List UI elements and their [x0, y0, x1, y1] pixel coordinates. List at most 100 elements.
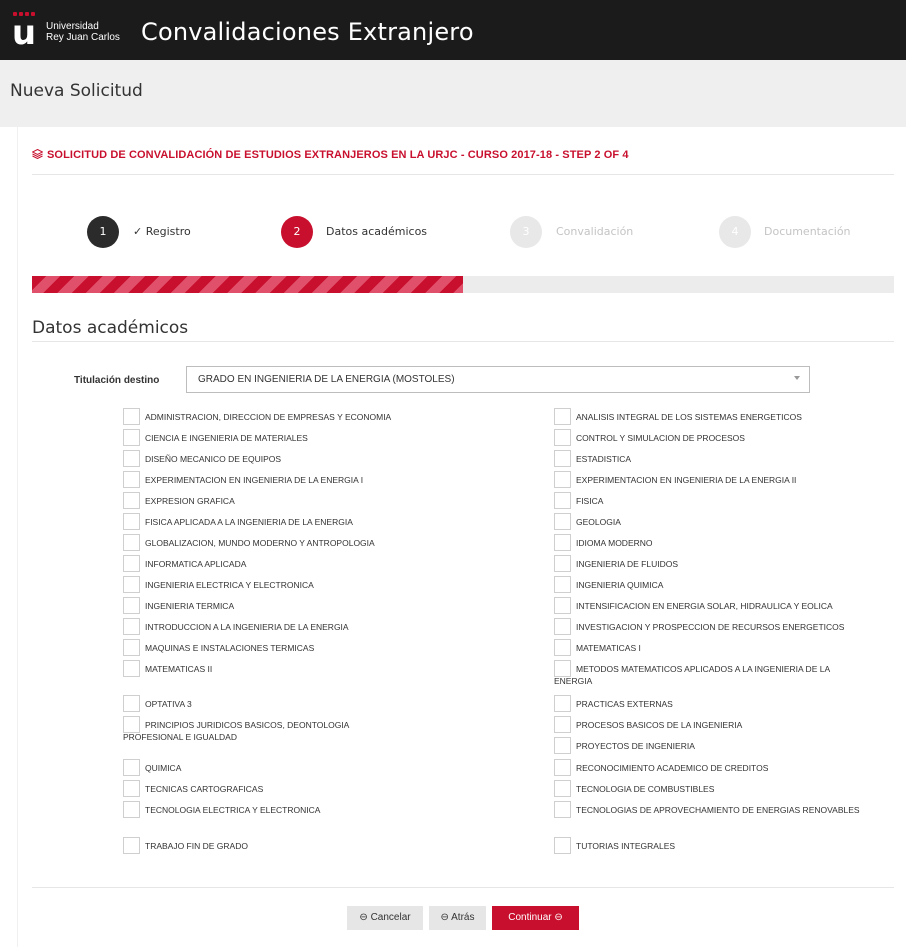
subject-right-item[interactable]: INGENIERIA QUIMICA: [554, 576, 894, 593]
subject-label: PRINCIPIOS JURIDICOS BASICOS, DEONTOLOGI…: [123, 720, 349, 742]
subject-checkbox[interactable]: [123, 555, 140, 572]
subject-checkbox[interactable]: [123, 576, 140, 593]
subject-right-item[interactable]: FISICA: [554, 492, 894, 509]
subject-checkbox[interactable]: [554, 639, 571, 656]
subject-checkbox[interactable]: [123, 618, 140, 635]
subject-checkbox[interactable]: [123, 408, 140, 425]
subject-left-item[interactable]: GLOBALIZACION, MUNDO MODERNO Y ANTROPOLO…: [123, 534, 543, 551]
subject-left-item[interactable]: DISEÑO MECANICO DE EQUIPOS: [123, 450, 543, 467]
subject-checkbox[interactable]: [123, 513, 140, 530]
subject-left-item[interactable]: MAQUINAS E INSTALACIONES TERMICAS: [123, 639, 543, 656]
subject-checkbox[interactable]: [123, 801, 140, 818]
subject-left-item[interactable]: FISICA APLICADA A LA INGENIERIA DE LA EN…: [123, 513, 543, 530]
subject-checkbox[interactable]: [554, 534, 571, 551]
subject-checkbox[interactable]: [123, 429, 140, 446]
back-button[interactable]: ⊖ Atrás: [429, 906, 486, 930]
subject-left-item[interactable]: CIENCIA E INGENIERIA DE MATERIALES: [123, 429, 543, 446]
subject-right-item[interactable]: TUTORIAS INTEGRALES: [554, 837, 894, 854]
subject-right-item[interactable]: ESTADISTICA: [554, 450, 894, 467]
subject-checkbox[interactable]: [554, 576, 571, 593]
subject-checkbox[interactable]: [123, 534, 140, 551]
step-4-label: Documentación: [764, 225, 851, 238]
subject-checkbox[interactable]: [554, 555, 571, 572]
subject-right-item[interactable]: PROYECTOS DE INGENIERIA: [554, 737, 894, 754]
subject-left-item[interactable]: INGENIERIA TERMICA: [123, 597, 543, 614]
cancel-button[interactable]: ⊖ Cancelar: [347, 906, 423, 930]
subject-right-item[interactable]: PROCESOS BASICOS DE LA INGENIERIA: [554, 716, 894, 733]
subject-right-item[interactable]: IDIOMA MODERNO: [554, 534, 894, 551]
subject-label: METODOS MATEMATICOS APLICADOS A LA INGEN…: [554, 664, 830, 686]
subject-right-item[interactable]: MATEMATICAS I: [554, 639, 894, 656]
subject-checkbox[interactable]: [554, 716, 571, 733]
step-1-label[interactable]: ✓ Registro: [133, 225, 191, 239]
subject-label: ANALISIS INTEGRAL DE LOS SISTEMAS ENERGE…: [576, 412, 802, 422]
subject-checkbox[interactable]: [554, 471, 571, 488]
subject-left-item[interactable]: TRABAJO FIN DE GRADO: [123, 837, 543, 854]
subject-checkbox[interactable]: [554, 780, 571, 797]
subject-label: TECNOLOGIA DE COMBUSTIBLES: [576, 784, 715, 794]
subject-checkbox[interactable]: [554, 695, 571, 712]
subject-checkbox[interactable]: [123, 780, 140, 797]
subject-left-item[interactable]: MATEMATICAS II: [123, 660, 543, 677]
subject-checkbox[interactable]: [554, 513, 571, 530]
subject-checkbox[interactable]: [123, 695, 140, 712]
subject-checkbox[interactable]: [554, 801, 571, 818]
section-title: Datos académicos: [32, 318, 189, 338]
subject-left-item[interactable]: TECNICAS CARTOGRAFICAS: [123, 780, 543, 797]
subject-checkbox[interactable]: [554, 597, 571, 614]
subject-left-item[interactable]: INTRODUCCION A LA INGENIERIA DE LA ENERG…: [123, 618, 543, 635]
circle-arrow-left-icon: ⊖: [359, 912, 368, 923]
subject-left-item[interactable]: PRINCIPIOS JURIDICOS BASICOS, DEONTOLOGI…: [123, 716, 385, 743]
subject-checkbox[interactable]: [123, 837, 140, 854]
subject-right-item[interactable]: EXPERIMENTACION EN INGENIERIA DE LA ENER…: [554, 471, 894, 488]
subject-checkbox[interactable]: [123, 492, 140, 509]
subject-label: CONTROL Y SIMULACION DE PROCESOS: [576, 433, 745, 443]
subject-checkbox[interactable]: [554, 492, 571, 509]
subject-checkbox[interactable]: [554, 408, 571, 425]
subject-right-item[interactable]: TECNOLOGIAS DE APROVECHAMIENTO DE ENERGI…: [554, 801, 870, 818]
university-logo[interactable]: u: [10, 11, 38, 51]
subject-right-item[interactable]: INGENIERIA DE FLUIDOS: [554, 555, 894, 572]
subject-left-item[interactable]: INFORMATICA APLICADA: [123, 555, 543, 572]
step-2-badge[interactable]: 2: [281, 216, 313, 248]
degree-select-value: GRADO EN INGENIERIA DE LA ENERGIA (MOSTO…: [198, 374, 455, 385]
subject-label: FISICA APLICADA A LA INGENIERIA DE LA EN…: [145, 517, 353, 527]
subject-label: GEOLOGIA: [576, 517, 621, 527]
subject-checkbox[interactable]: [554, 737, 571, 754]
subject-checkbox[interactable]: [554, 660, 571, 677]
subject-checkbox[interactable]: [123, 450, 140, 467]
subject-checkbox[interactable]: [554, 618, 571, 635]
subject-right-item[interactable]: RECONOCIMIENTO ACADEMICO DE CREDITOS: [554, 759, 894, 776]
subject-checkbox[interactable]: [123, 716, 140, 733]
subject-checkbox[interactable]: [123, 639, 140, 656]
subject-right-item[interactable]: CONTROL Y SIMULACION DE PROCESOS: [554, 429, 894, 446]
subject-checkbox[interactable]: [554, 429, 571, 446]
subject-left-item[interactable]: OPTATIVA 3: [123, 695, 543, 712]
subject-right-item[interactable]: METODOS MATEMATICOS APLICADOS A LA INGEN…: [554, 660, 870, 687]
subject-checkbox[interactable]: [123, 660, 140, 677]
subject-right-item[interactable]: TECNOLOGIA DE COMBUSTIBLES: [554, 780, 894, 797]
degree-select[interactable]: GRADO EN INGENIERIA DE LA ENERGIA (MOSTO…: [186, 366, 810, 393]
subject-left-item[interactable]: TECNOLOGIA ELECTRICA Y ELECTRONICA: [123, 801, 543, 818]
subject-right-item[interactable]: PRACTICAS EXTERNAS: [554, 695, 894, 712]
subject-checkbox[interactable]: [123, 597, 140, 614]
subject-left-item[interactable]: QUIMICA: [123, 759, 543, 776]
subject-right-item[interactable]: ANALISIS INTEGRAL DE LOS SISTEMAS ENERGE…: [554, 408, 894, 425]
subject-checkbox[interactable]: [554, 837, 571, 854]
continue-button[interactable]: Continuar ⊖: [492, 906, 579, 930]
subject-right-item[interactable]: GEOLOGIA: [554, 513, 894, 530]
subject-left-item[interactable]: EXPRESION GRAFICA: [123, 492, 543, 509]
subject-right-item[interactable]: INTENSIFICACION EN ENERGIA SOLAR, HIDRAU…: [554, 597, 894, 614]
subject-checkbox[interactable]: [123, 759, 140, 776]
subject-right-item[interactable]: INVESTIGACION Y PROSPECCION DE RECURSOS …: [554, 618, 894, 635]
subject-label: INGENIERIA TERMICA: [145, 601, 235, 611]
subject-checkbox[interactable]: [123, 471, 140, 488]
subject-left-item[interactable]: ADMINISTRACION, DIRECCION DE EMPRESAS Y …: [123, 408, 543, 425]
subject-checkbox[interactable]: [554, 450, 571, 467]
subject-left-item[interactable]: EXPERIMENTACION EN INGENIERIA DE LA ENER…: [123, 471, 543, 488]
step-1-badge[interactable]: 1: [87, 216, 119, 248]
cancel-button-label: Cancelar: [370, 912, 411, 923]
subject-left-item[interactable]: INGENIERIA ELECTRICA Y ELECTRONICA: [123, 576, 543, 593]
step-2-label[interactable]: Datos académicos: [326, 225, 427, 239]
subject-checkbox[interactable]: [554, 759, 571, 776]
